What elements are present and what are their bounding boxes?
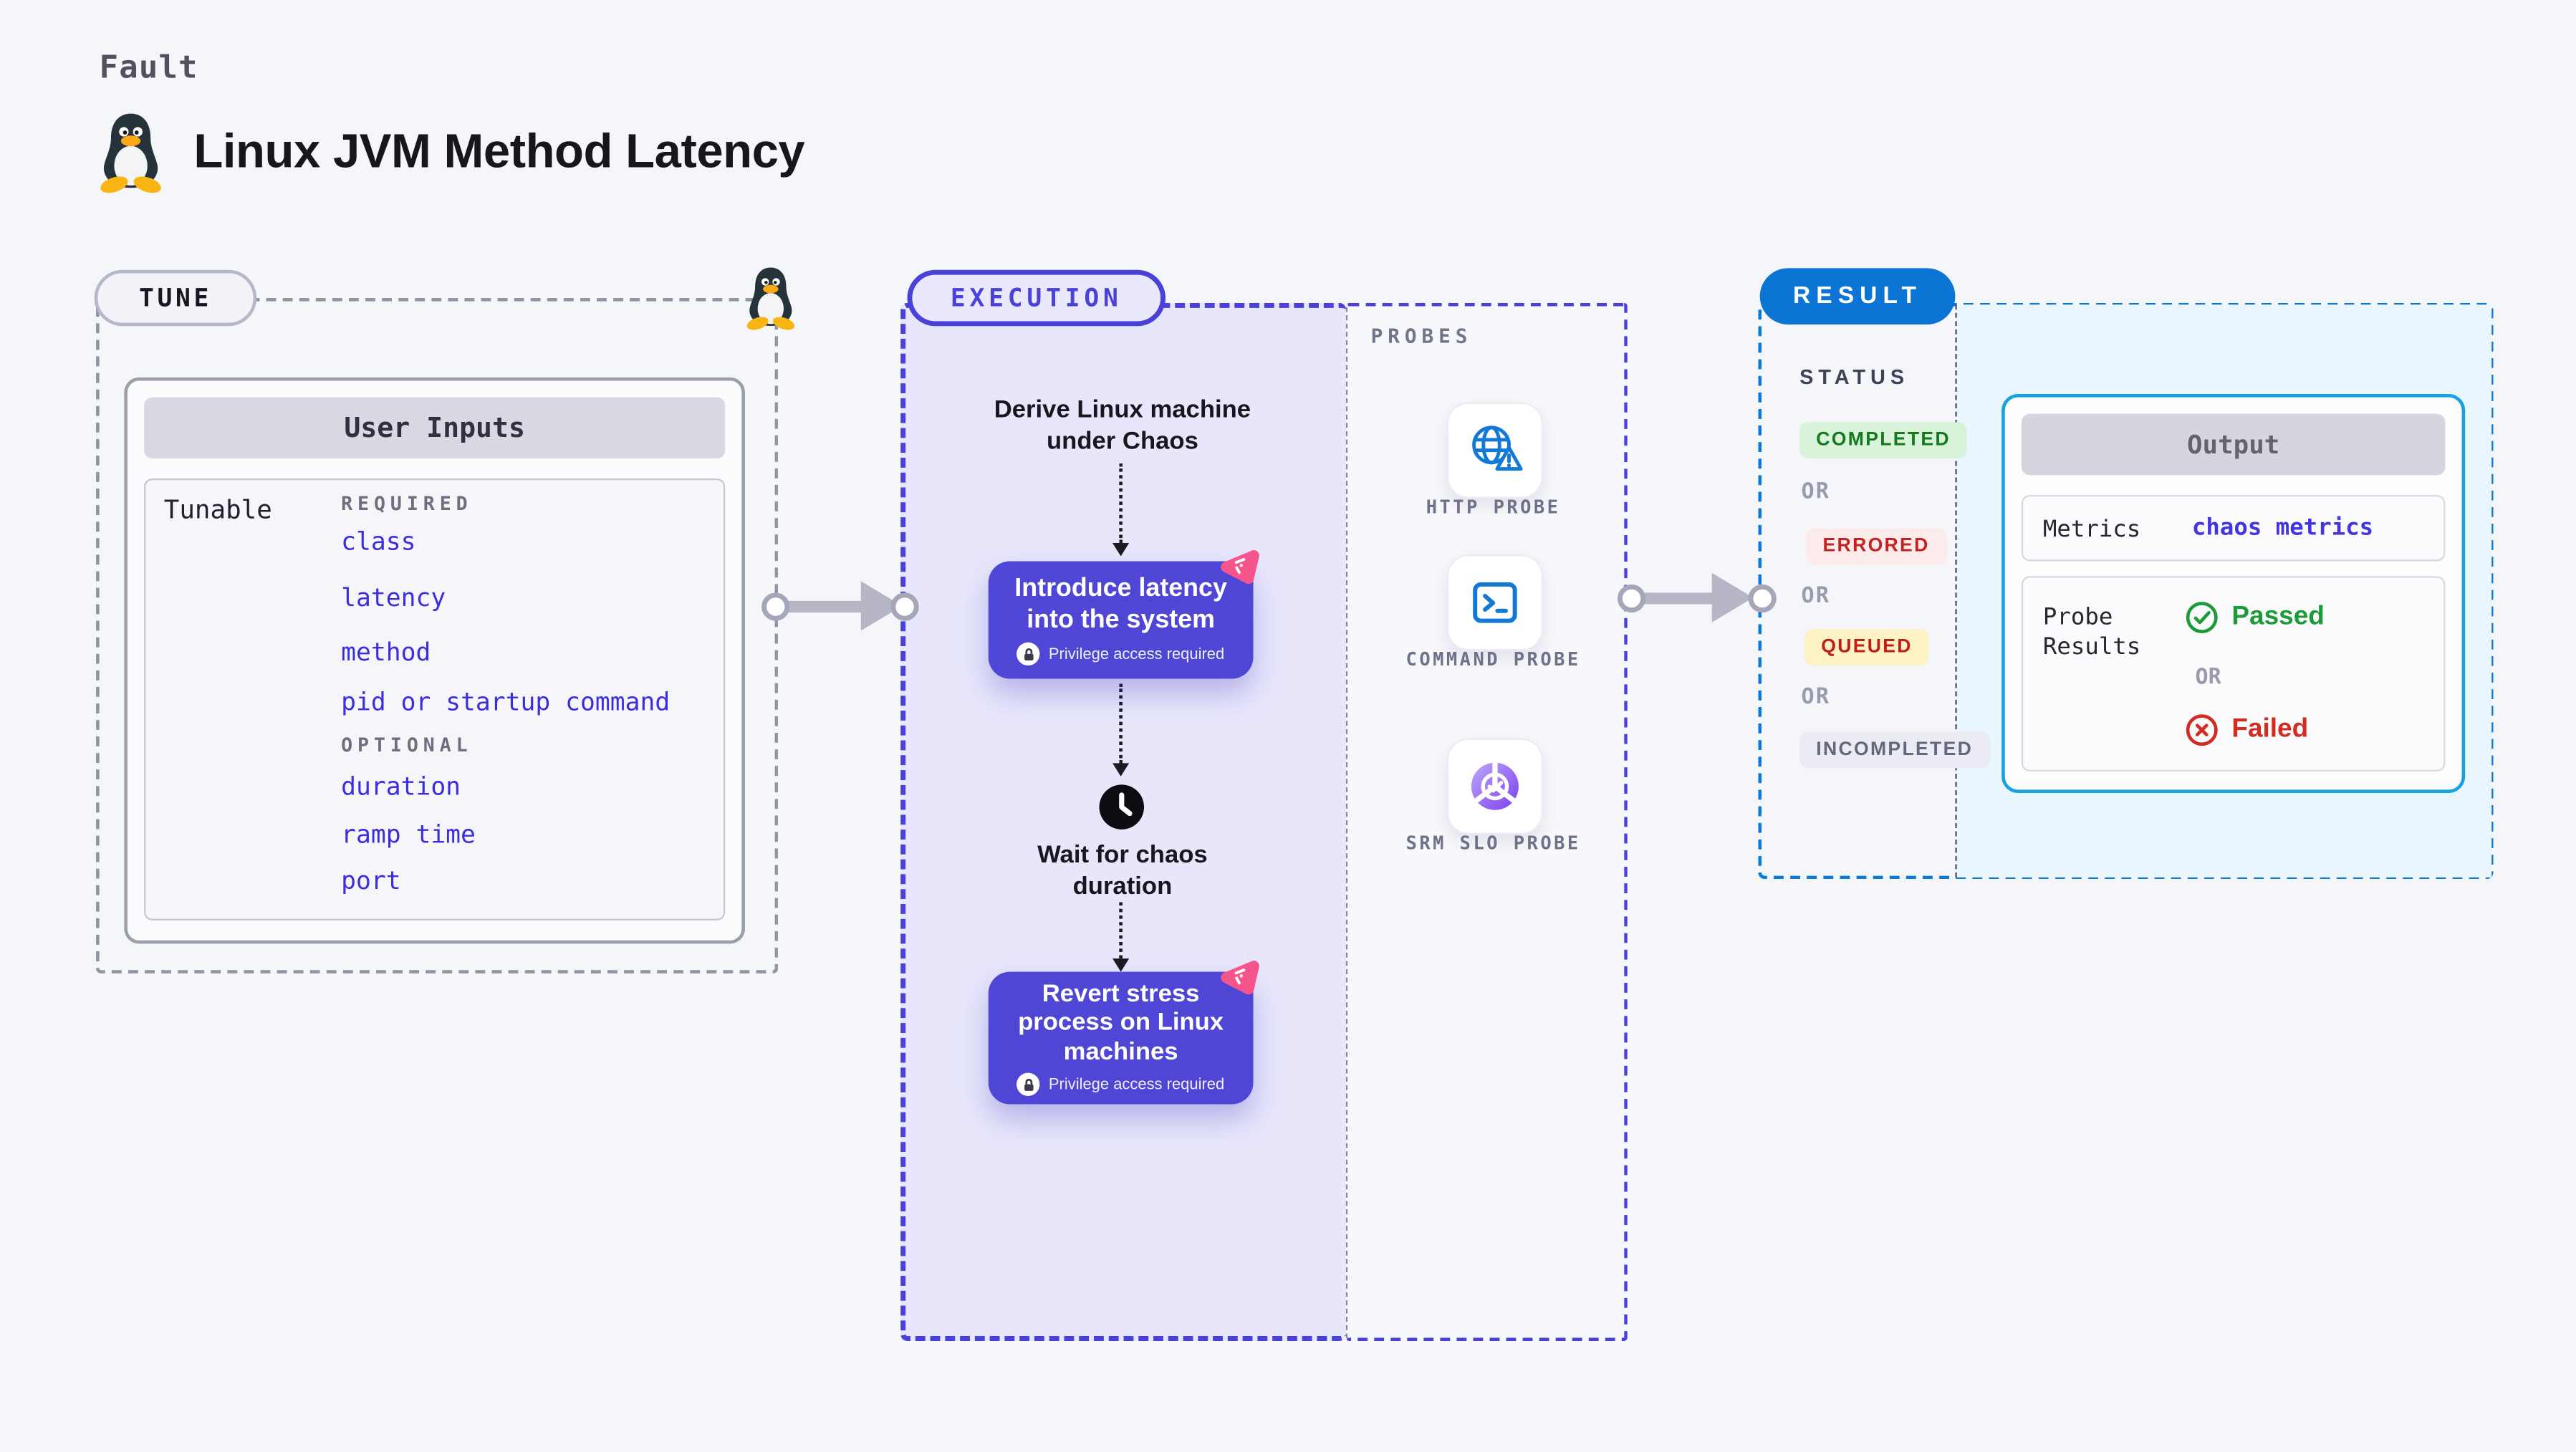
diagram-canvas: Fault Linux JVM Method Latency TUNE User… [0, 0, 2576, 1452]
tux-penguin-small-icon [746, 267, 795, 330]
or-label: OR [1801, 685, 1831, 711]
privilege-note: Privilege access required [1048, 645, 1225, 663]
flow-connector [1119, 902, 1123, 959]
optional-label: OPTIONAL [341, 733, 473, 757]
page-title: Linux JVM Method Latency [193, 125, 805, 178]
passed-label: Passed [2231, 602, 2325, 631]
metrics-label: Metrics [2042, 516, 2141, 544]
probes-label: PROBES [1370, 324, 1473, 348]
step-wait-duration: Wait for chaos duration [1037, 841, 1208, 901]
flow-arrow-head [1112, 543, 1130, 557]
flow-connector [1119, 463, 1123, 544]
tunable-label: Tunable [163, 495, 272, 525]
tux-penguin-icon [100, 113, 161, 193]
probe-name: SRM SLO PROBE [1405, 832, 1581, 855]
probe-results-row: Probe Results Passed OR Failed [2021, 576, 2446, 771]
connector-dot [1617, 584, 1646, 613]
or-label: OR [2195, 665, 2221, 691]
privilege-row: Privilege access required [1017, 642, 1225, 666]
slo-donut-icon [1471, 761, 1519, 810]
status-badge-queued: QUEUED [1804, 629, 1929, 666]
clock-icon [1099, 784, 1145, 830]
result-badge: RESULT [1759, 268, 1956, 324]
privilege-note: Privilege access required [1048, 1075, 1225, 1095]
privilege-row: Privilege access required [1017, 1073, 1225, 1097]
execution-badge: EXECUTION [907, 269, 1166, 327]
globe-alert-icon [1472, 425, 1523, 471]
flow-arrow-head [1112, 958, 1130, 972]
http-probe-card [1446, 402, 1543, 499]
user-inputs-title: User Inputs [144, 397, 726, 459]
connector-dot [761, 592, 790, 621]
metrics-value: chaos metrics [2191, 514, 2374, 542]
probe-name: COMMAND PROBE [1405, 648, 1581, 670]
failed-label: Failed [2231, 715, 2309, 744]
tunable-field: pid or startup command [341, 687, 671, 717]
tunable-field: port [341, 865, 401, 896]
step-label: Introduce latency into the system [1014, 574, 1227, 633]
lock-icon [1017, 1073, 1041, 1097]
title-row: Linux JVM Method Latency [96, 106, 805, 198]
tunable-field: latency [341, 582, 446, 613]
probe-results-label: Probe Results [2042, 604, 2141, 661]
status-badge-completed: COMPLETED [1799, 422, 1968, 459]
srm-slo-probe-card [1446, 738, 1543, 835]
output-title: Output [2021, 413, 2446, 476]
flow-arrow-head [1112, 763, 1130, 777]
arrow-head [1711, 572, 1754, 622]
x-circle-icon [2186, 714, 2218, 746]
status-badge-incompleted: INCOMPLETED [1799, 731, 1990, 769]
result-divider [1955, 304, 1957, 878]
step-revert-process: Revert stress process on Linux machines … [988, 971, 1254, 1105]
failed-result: Failed [2186, 713, 2309, 746]
chaos-fault-icon [1221, 961, 1259, 995]
fault-eyebrow: Fault [99, 49, 198, 87]
flow-connector [1119, 683, 1123, 764]
status-badge-errored: ERRORED [1806, 528, 1946, 565]
check-circle-icon [2186, 602, 2218, 633]
tunable-field: method [341, 637, 431, 668]
tunable-field: duration [341, 771, 461, 802]
command-probe-card [1446, 554, 1543, 651]
tunable-field: ramp time [341, 819, 476, 850]
metrics-row: Metrics chaos metrics [2021, 495, 2446, 562]
or-label: OR [1801, 584, 1831, 610]
step-derive-machine: Derive Linux machine under Chaos [994, 395, 1251, 456]
step-label: Revert stress process on Linux machines [1018, 979, 1224, 1066]
tunable-field: class [341, 526, 416, 557]
required-label: REQUIRED [341, 491, 473, 515]
terminal-icon [1473, 582, 1517, 623]
lock-icon [1017, 642, 1041, 666]
chaos-fault-icon [1221, 550, 1259, 585]
probe-name: HTTP PROBE [1426, 496, 1561, 519]
status-label: STATUS [1799, 365, 1910, 390]
connector-dot [1748, 584, 1777, 613]
tune-to-execution-arrow [776, 600, 866, 613]
or-label: OR [1801, 480, 1831, 505]
passed-result: Passed [2186, 601, 2325, 634]
step-introduce-latency: Introduce latency into the system Privil… [988, 561, 1254, 679]
tune-badge: TUNE [94, 269, 257, 327]
connector-dot [890, 592, 919, 621]
